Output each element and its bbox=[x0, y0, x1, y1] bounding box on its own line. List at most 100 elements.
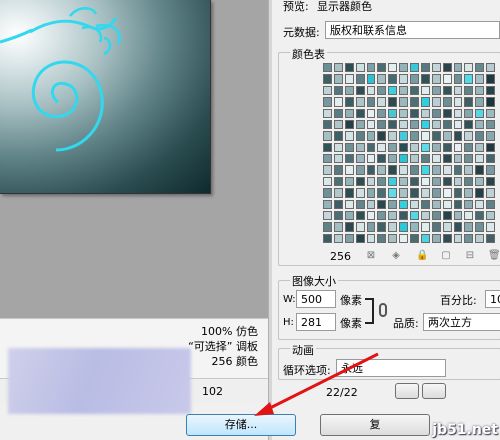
color-swatch[interactable] bbox=[344, 165, 354, 175]
color-swatch[interactable] bbox=[475, 222, 485, 232]
color-swatch[interactable] bbox=[399, 108, 408, 118]
color-swatch[interactable] bbox=[344, 233, 354, 243]
color-swatch[interactable] bbox=[431, 142, 441, 152]
color-swatch[interactable] bbox=[431, 63, 441, 73]
height-input[interactable]: 281 bbox=[296, 313, 336, 331]
quality-select[interactable]: 两次立方 bbox=[423, 313, 500, 331]
color-swatch[interactable] bbox=[377, 108, 387, 118]
color-swatch[interactable] bbox=[453, 199, 463, 209]
color-swatch[interactable] bbox=[399, 142, 408, 152]
color-swatch[interactable] bbox=[442, 199, 452, 209]
color-swatch[interactable] bbox=[399, 165, 408, 175]
color-swatch[interactable] bbox=[344, 210, 354, 221]
color-swatch[interactable] bbox=[366, 188, 376, 198]
color-swatch[interactable] bbox=[388, 74, 398, 84]
color-swatch[interactable] bbox=[464, 85, 474, 96]
color-swatch[interactable] bbox=[410, 233, 419, 243]
color-swatch[interactable] bbox=[366, 142, 376, 152]
color-swatch[interactable] bbox=[486, 97, 495, 107]
color-swatch[interactable] bbox=[420, 131, 430, 141]
color-swatch[interactable] bbox=[388, 85, 398, 96]
color-swatch[interactable] bbox=[388, 63, 398, 73]
color-swatch[interactable] bbox=[431, 165, 441, 175]
color-swatch[interactable] bbox=[344, 108, 354, 118]
color-swatch[interactable] bbox=[420, 74, 430, 84]
color-swatch[interactable] bbox=[420, 222, 430, 232]
color-swatch[interactable] bbox=[399, 176, 408, 187]
color-swatch[interactable] bbox=[410, 154, 419, 164]
color-swatch[interactable] bbox=[323, 85, 332, 96]
color-swatch[interactable] bbox=[410, 188, 419, 198]
color-swatch[interactable] bbox=[366, 108, 376, 118]
color-swatch[interactable] bbox=[344, 188, 354, 198]
color-swatch[interactable] bbox=[344, 97, 354, 107]
color-swatch[interactable] bbox=[475, 165, 485, 175]
color-swatch[interactable] bbox=[355, 85, 365, 96]
color-swatch[interactable] bbox=[464, 63, 474, 73]
color-swatch[interactable] bbox=[442, 85, 452, 96]
color-swatch[interactable] bbox=[410, 210, 419, 221]
color-swatch[interactable] bbox=[323, 131, 332, 141]
color-swatch[interactable] bbox=[453, 131, 463, 141]
color-swatch[interactable] bbox=[333, 199, 343, 209]
color-swatch[interactable] bbox=[464, 210, 474, 221]
color-swatch[interactable] bbox=[464, 222, 474, 232]
color-swatch[interactable] bbox=[442, 176, 452, 187]
color-swatch[interactable] bbox=[323, 119, 332, 130]
color-swatch[interactable] bbox=[475, 74, 485, 84]
color-swatch[interactable] bbox=[366, 119, 376, 130]
color-swatch[interactable] bbox=[431, 154, 441, 164]
color-swatch[interactable] bbox=[388, 210, 398, 221]
color-swatch[interactable] bbox=[377, 165, 387, 175]
color-swatch[interactable] bbox=[377, 142, 387, 152]
color-swatch[interactable] bbox=[323, 142, 332, 152]
color-swatch[interactable] bbox=[410, 199, 419, 209]
color-table[interactable] bbox=[323, 63, 495, 243]
color-swatch[interactable] bbox=[431, 233, 441, 243]
color-swatch[interactable] bbox=[377, 131, 387, 141]
map-colors-icon[interactable]: ⊠ bbox=[365, 250, 377, 262]
color-swatch[interactable] bbox=[410, 222, 419, 232]
color-swatch[interactable] bbox=[344, 63, 354, 73]
color-swatch[interactable] bbox=[431, 222, 441, 232]
color-swatch[interactable] bbox=[410, 63, 419, 73]
color-swatch[interactable] bbox=[464, 131, 474, 141]
color-swatch[interactable] bbox=[344, 222, 354, 232]
color-swatch[interactable] bbox=[344, 119, 354, 130]
color-swatch[interactable] bbox=[410, 131, 419, 141]
color-swatch[interactable] bbox=[366, 154, 376, 164]
color-swatch[interactable] bbox=[377, 233, 387, 243]
color-swatch[interactable] bbox=[464, 119, 474, 130]
color-swatch[interactable] bbox=[388, 222, 398, 232]
new-color-icon[interactable]: ▢ bbox=[440, 250, 452, 262]
color-swatch[interactable] bbox=[323, 199, 332, 209]
first-frame-button[interactable] bbox=[395, 383, 419, 399]
color-swatch[interactable] bbox=[399, 131, 408, 141]
color-swatch[interactable] bbox=[377, 222, 387, 232]
metadata-select[interactable]: 版权和联系信息 bbox=[325, 21, 500, 39]
color-swatch[interactable] bbox=[475, 131, 485, 141]
add-color-icon[interactable]: ⊟ bbox=[464, 250, 476, 262]
color-swatch[interactable] bbox=[442, 63, 452, 73]
color-swatch[interactable] bbox=[431, 176, 441, 187]
color-swatch[interactable] bbox=[388, 154, 398, 164]
color-swatch[interactable] bbox=[442, 188, 452, 198]
color-swatch[interactable] bbox=[323, 165, 332, 175]
color-swatch[interactable] bbox=[486, 154, 495, 164]
color-swatch[interactable] bbox=[355, 154, 365, 164]
color-swatch[interactable] bbox=[464, 165, 474, 175]
color-swatch[interactable] bbox=[399, 63, 408, 73]
color-swatch[interactable] bbox=[333, 154, 343, 164]
color-swatch[interactable] bbox=[323, 233, 332, 243]
color-swatch[interactable] bbox=[431, 97, 441, 107]
color-swatch[interactable] bbox=[366, 199, 376, 209]
color-swatch[interactable] bbox=[323, 222, 332, 232]
color-swatch[interactable] bbox=[366, 176, 376, 187]
color-swatch[interactable] bbox=[366, 131, 376, 141]
color-swatch[interactable] bbox=[399, 97, 408, 107]
color-swatch[interactable] bbox=[486, 74, 495, 84]
color-swatch[interactable] bbox=[475, 63, 485, 73]
color-swatch[interactable] bbox=[464, 233, 474, 243]
color-swatch[interactable] bbox=[486, 176, 495, 187]
color-swatch[interactable] bbox=[475, 199, 485, 209]
